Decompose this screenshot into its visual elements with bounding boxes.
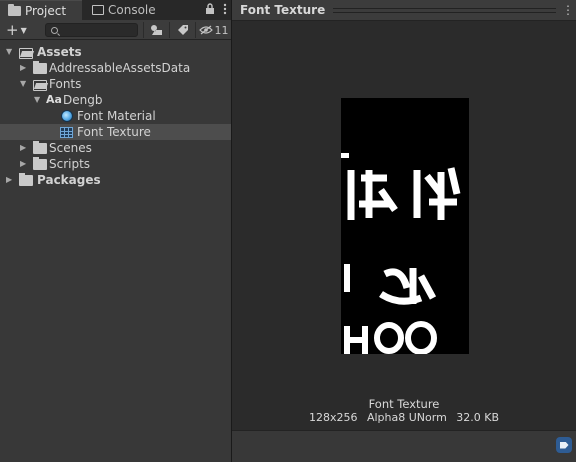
plus-icon: + xyxy=(6,20,19,39)
expand-arrow-icon[interactable]: ▼ xyxy=(20,80,28,88)
expand-arrow-icon[interactable]: ▼ xyxy=(6,48,14,56)
expand-arrow-icon[interactable]: ▶ xyxy=(20,160,28,168)
label-tag-icon xyxy=(177,25,188,35)
tree-item-font-texture[interactable]: Font Texture xyxy=(0,124,231,140)
tab-console-label: Console xyxy=(108,3,156,17)
drag-handle[interactable] xyxy=(333,7,556,13)
preview-panel: Font Texture ⋮ Font Texture 128x256 Alph… xyxy=(232,0,576,462)
texture-preview xyxy=(341,98,469,354)
tree-item-fonts[interactable]: ▼ Fonts xyxy=(0,76,231,92)
material-icon xyxy=(61,110,73,122)
folder-icon xyxy=(33,157,47,170)
tab-console[interactable]: Console xyxy=(84,0,164,20)
search-icon xyxy=(51,26,58,34)
texture-format: Alpha8 UNorm xyxy=(366,411,447,424)
toolbar-filters: 11 xyxy=(143,22,231,38)
filter-by-label-button[interactable] xyxy=(169,22,195,38)
search-input[interactable] xyxy=(61,24,131,36)
tab-project-label: Project xyxy=(25,3,67,18)
asset-labels-button[interactable] xyxy=(556,437,572,453)
label-tag-icon xyxy=(559,441,569,449)
texture-size: 32.0 KB xyxy=(456,411,500,424)
eye-slash-icon xyxy=(198,25,213,35)
tree-item-addressableassetsdata[interactable]: ▶ AddressableAssetsData xyxy=(0,60,231,76)
asset-name-label: Font Texture xyxy=(368,397,440,411)
tree-item-label: Assets xyxy=(37,45,82,59)
lock-icon[interactable] xyxy=(205,3,215,15)
folder-icon xyxy=(33,141,47,154)
hidden-count: 11 xyxy=(198,23,229,37)
create-button[interactable]: + ▼ xyxy=(6,21,34,38)
tree-item-label: Font Texture xyxy=(77,125,151,139)
expand-arrow-icon[interactable]: ▼ xyxy=(34,96,42,104)
tab-bar: Project Console xyxy=(0,0,231,20)
tree-item-font-material[interactable]: Font Material xyxy=(0,108,231,124)
tree-item-label: Font Material xyxy=(77,109,156,123)
texture-info: 128x256 Alpha8 UNorm 32.0 KB xyxy=(232,411,576,424)
project-toolbar: + ▼ 11 xyxy=(0,20,231,40)
tree-item-label: Scripts xyxy=(49,157,91,171)
texture-dimensions: 128x256 xyxy=(308,411,358,424)
tab-project[interactable]: Project xyxy=(0,0,82,20)
search-field[interactable] xyxy=(45,23,138,37)
hidden-packages-toggle[interactable]: 11 xyxy=(195,22,231,38)
expand-arrow-icon[interactable]: ▶ xyxy=(20,144,28,152)
tree-item-assets[interactable]: ▼ Assets xyxy=(0,44,231,60)
chevron-down-icon: ▼ xyxy=(20,25,27,35)
tree-item-label: Fonts xyxy=(49,77,82,91)
preview-header[interactable]: Font Texture ⋮ xyxy=(232,0,576,21)
filter-by-type-button[interactable] xyxy=(143,22,169,38)
tree-item-label: Scenes xyxy=(49,141,92,155)
more-options-icon[interactable]: ⋮ xyxy=(562,3,574,17)
folder-open-icon xyxy=(33,79,47,91)
expand-arrow-icon[interactable]: ▶ xyxy=(6,176,14,184)
tree-item-label: Dengb xyxy=(63,93,103,107)
folder-icon xyxy=(19,173,33,186)
hidden-count-value: 11 xyxy=(214,23,229,37)
tree-item-label: Packages xyxy=(37,173,101,187)
asset-labels-bar xyxy=(232,430,576,462)
console-icon xyxy=(92,5,104,15)
tree-item-dengb[interactable]: ▼ Aa Dengb xyxy=(0,92,231,108)
tree-item-packages[interactable]: ▶ Packages xyxy=(0,172,231,188)
font-icon: Aa xyxy=(46,93,62,106)
folder-icon xyxy=(8,3,21,16)
tree-item-label: AddressableAssetsData xyxy=(49,61,191,75)
tab-controls xyxy=(205,3,227,15)
tree-item-scripts[interactable]: ▶ Scripts xyxy=(0,156,231,172)
font-atlas-glyphs xyxy=(341,153,461,354)
filter-by-type-icon xyxy=(150,25,162,35)
more-options-icon[interactable] xyxy=(223,3,227,15)
preview-title: Font Texture xyxy=(240,3,326,17)
tree-item-scenes[interactable]: ▶ Scenes xyxy=(0,140,231,156)
expand-arrow-icon[interactable]: ▶ xyxy=(20,64,28,72)
folder-open-icon xyxy=(19,47,33,59)
texture-icon xyxy=(60,127,73,138)
project-panel: Project Console + ▼ 11 ▼ Assets ▶ Addres… xyxy=(0,0,231,462)
folder-icon xyxy=(33,61,47,74)
